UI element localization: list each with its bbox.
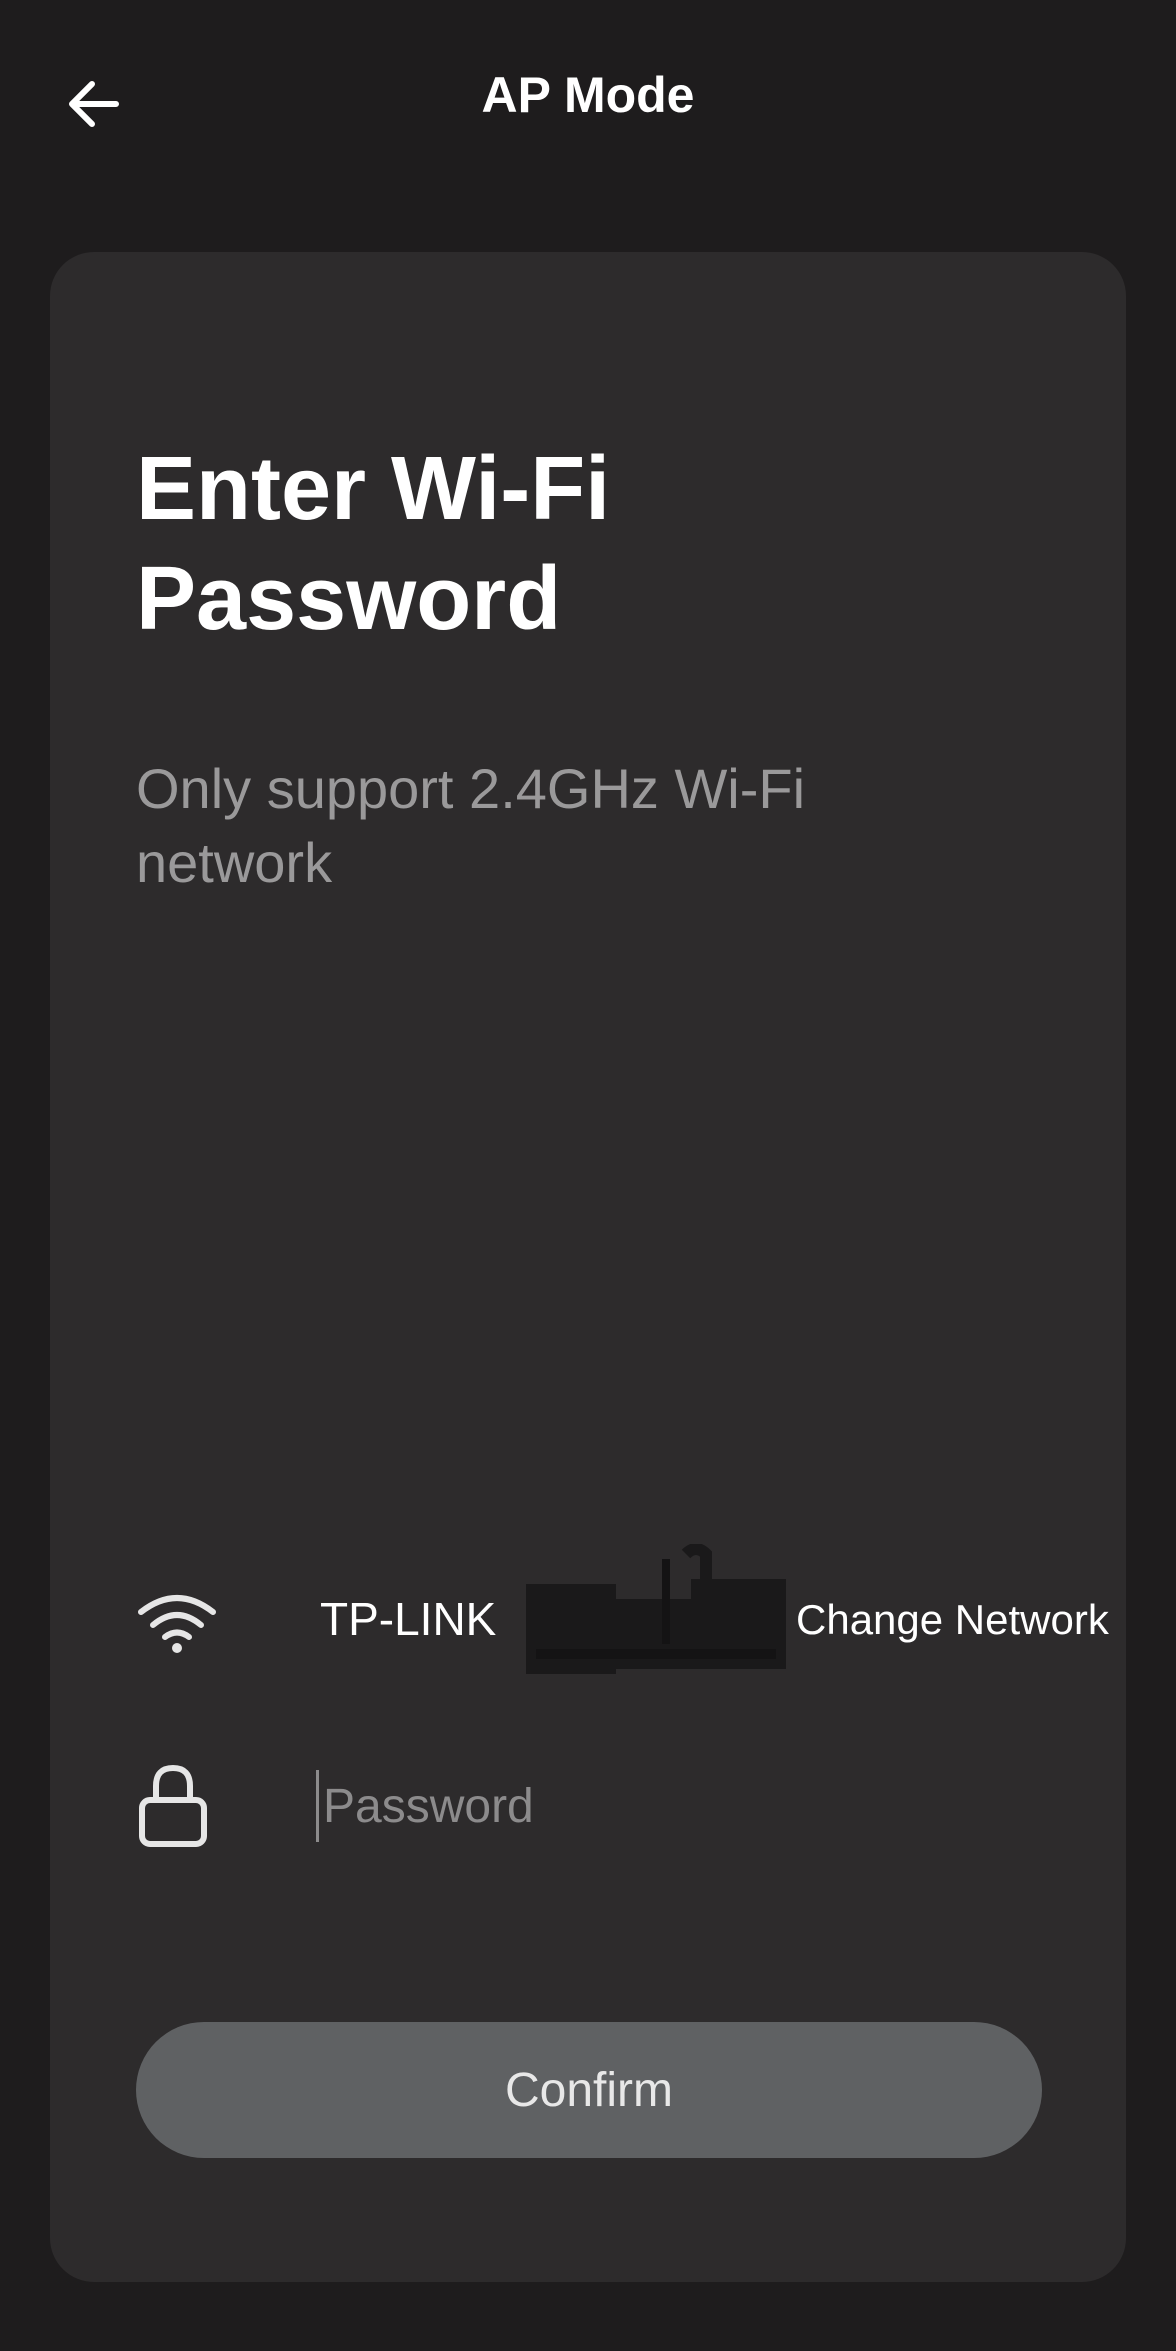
ap-mode-screen: AP Mode Enter Wi-Fi Password Only suppor… <box>0 0 1176 2351</box>
wifi-password-card: Enter Wi-Fi Password Only support 2.4GHz… <box>50 252 1126 2282</box>
header: AP Mode <box>0 0 1176 200</box>
change-network-link[interactable]: Change Network <box>796 1596 1109 1644</box>
network-name: TP-LINK <box>320 1593 497 1645</box>
password-row <box>136 1760 1096 1850</box>
card-title: Enter Wi-Fi Password <box>136 439 611 649</box>
password-field[interactable] <box>316 1770 1085 1842</box>
confirm-button[interactable]: Confirm <box>136 2022 1042 2158</box>
lock-icon <box>139 1764 207 1847</box>
wifi-icon <box>138 1595 216 1653</box>
page-title: AP Mode <box>481 67 695 123</box>
redaction-mark <box>526 1544 786 1674</box>
network-row: TP-LINK Change Network <box>136 1544 1109 1674</box>
card-subtitle: Only support 2.4GHz Wi-Fi network <box>136 757 806 894</box>
